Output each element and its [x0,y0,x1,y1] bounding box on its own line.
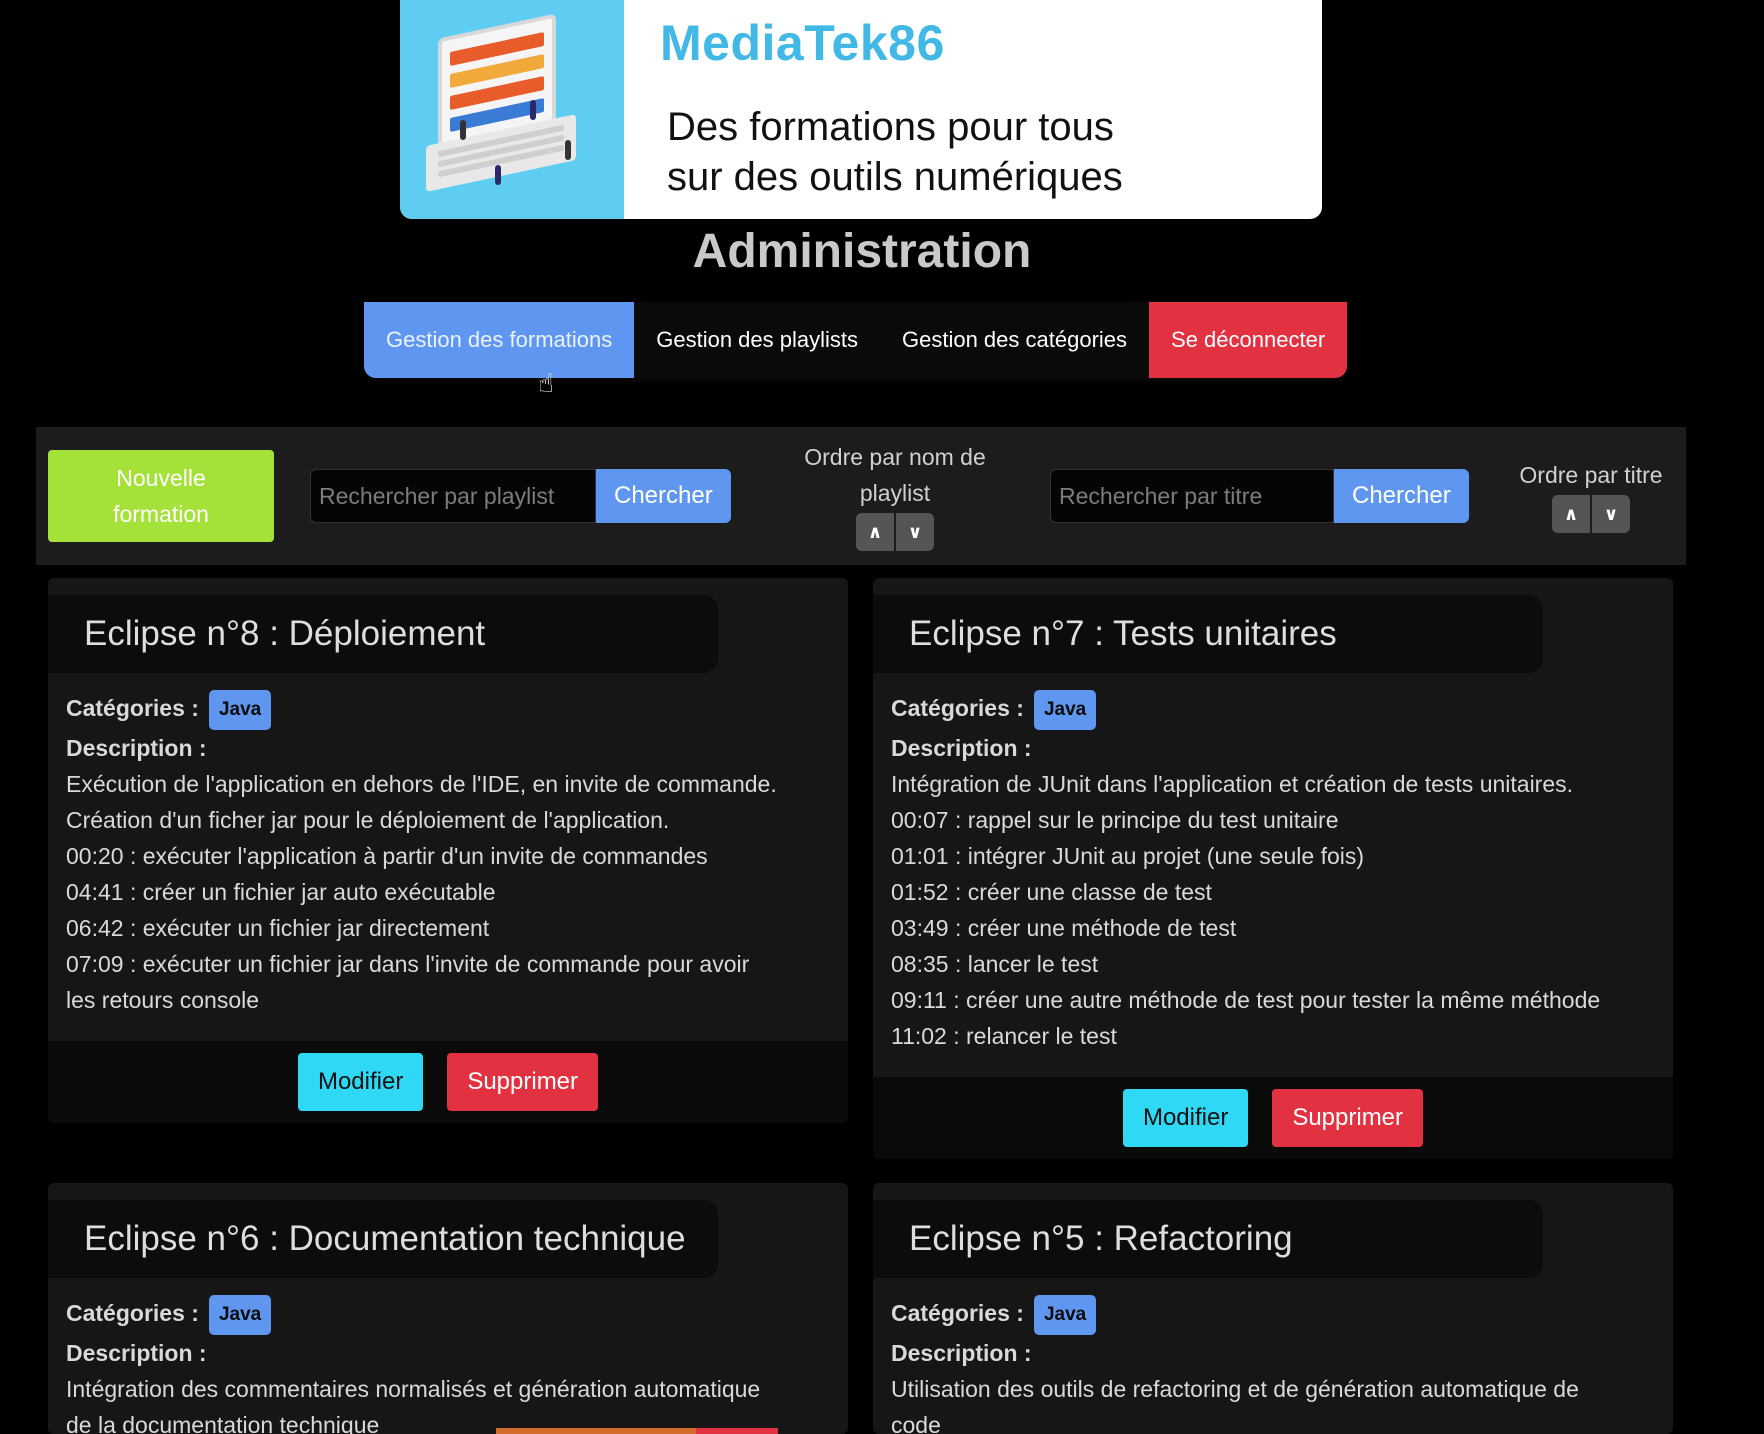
description-line: 09:11 : créer une autre méthode de test … [891,987,1601,1013]
tagline-line-1: Des formations pour tous [667,105,1114,149]
formation-title: Eclipse n°8 : Déploiement [48,595,718,673]
playlist-order-desc-button[interactable]: ∨ [896,513,934,551]
description-line: 07:09 : exécuter un fichier jar dans l'i… [66,951,750,977]
description-line: 11:02 : relancer le test [891,1023,1117,1049]
new-formation-label-1: Nouvelle [116,465,206,491]
title-search-input[interactable] [1050,469,1334,523]
description-label: Description : [891,1340,1032,1366]
pointer-cursor-icon: ☝ [538,368,554,398]
description-label: Description : [891,735,1032,761]
categories-label: Catégories : [891,1300,1024,1327]
formation-card: Eclipse n°7 : Tests unitaires Catégories… [873,578,1673,1159]
description-line: 00:07 : rappel sur le principe du test u… [891,807,1339,833]
description-line: 04:41 : créer un fichier jar auto exécut… [66,879,496,905]
description-line: 06:42 : exécuter un fichier jar directem… [66,915,490,941]
partial-button-edge [696,1428,778,1434]
title-order-asc-button[interactable]: ∧ [1552,495,1590,533]
formation-card: Eclipse n°5 : Refactoring Catégories : Ja… [873,1183,1673,1434]
description-line: Création d'un ficher jar pour le déploie… [66,807,670,833]
admin-nav: Gestion des formations Gestion des playl… [364,302,1348,378]
new-formation-button[interactable]: Nouvelle formation [48,450,274,542]
title-search-button[interactable]: Chercher [1334,469,1469,523]
playlist-order-asc-button[interactable]: ∧ [856,513,894,551]
formation-details: Catégories : Java Description : Intégrati… [66,1295,830,1434]
card-actions: Modifier Supprimer [873,1077,1673,1159]
category-badge: Java [208,1295,272,1335]
tab-gestion-categories[interactable]: Gestion des catégories [880,302,1149,378]
description-label: Description : [66,735,207,761]
playlist-order-buttons: ∧ ∨ [856,513,934,551]
title-order-control: Ordre par titre ∧ ∨ [1496,457,1686,533]
playlist-order-control: Ordre par nom de playlist ∧ ∨ [790,439,1000,551]
description-line: 01:52 : créer une classe de test [891,879,1212,905]
tab-gestion-playlists[interactable]: Gestion des playlists [634,302,880,378]
tab-gestion-formations[interactable]: Gestion des formations [364,302,635,378]
description-line: les retours console [66,987,260,1013]
formation-details: Catégories : Java Description : Exécution… [66,690,830,1018]
description-line: 01:01 : intégrer JUnit au projet (une se… [891,843,1365,869]
logout-button[interactable]: Se déconnecter [1149,302,1348,378]
title-order-desc-button[interactable]: ∨ [1592,495,1630,533]
formation-card: Eclipse n°6 : Documentation technique Ca… [48,1183,848,1434]
description-line: 08:35 : lancer le test [891,951,1099,977]
tagline-line-2: sur des outils numériques [667,155,1123,199]
playlist-search-group: Chercher [310,469,731,523]
page-title: Administration [692,225,1032,278]
delete-button[interactable]: Supprimer [1272,1089,1424,1147]
header-banner: MediaTek86 Des formations pour tous sur … [400,0,1322,219]
formation-card: Eclipse n°8 : Déploiement Catégories : Ja… [48,578,848,1123]
formation-title: Eclipse n°6 : Documentation technique [48,1200,718,1278]
playlist-order-label-2: playlist [859,480,931,506]
category-badge: Java [208,690,272,730]
formation-details: Catégories : Java Description : Intégrati… [891,690,1655,1054]
modify-button[interactable]: Modifier [1122,1089,1249,1147]
description-line: Utilisation des outils de refactoring et… [891,1376,1579,1402]
description-line: code [891,1412,941,1434]
category-badge: Java [1033,690,1097,730]
title-order-buttons: ∧ ∨ [1552,495,1630,533]
description-line: 00:20 : exécuter l'application à partir … [66,843,708,869]
playlist-order-label-1: Ordre par nom de [804,444,986,470]
brand-name: MediaTek86 [660,15,945,71]
formation-title: Eclipse n°5 : Refactoring [873,1200,1543,1278]
banner-illustration [400,0,624,219]
new-formation-label-2: formation [113,501,209,527]
formation-details: Catégories : Java Description : Utilisati… [891,1295,1655,1434]
description-label: Description : [66,1340,207,1366]
description-line: Intégration de JUnit dans l'application … [891,771,1574,797]
description-line: 03:49 : créer une méthode de test [891,915,1237,941]
categories-label: Catégories : [66,1300,199,1327]
formations-toolbar: Nouvelle formation Chercher Ordre par no… [36,427,1686,565]
playlist-search-input[interactable] [310,469,596,523]
tagline: Des formations pour tous sur des outils … [667,102,1287,202]
modify-button[interactable]: Modifier [297,1053,424,1111]
description-line: Exécution de l'application en dehors de … [66,771,777,797]
description-line: Intégration des commentaires normalisés … [66,1376,761,1402]
categories-label: Catégories : [66,695,199,722]
categories-label: Catégories : [891,695,1024,722]
playlist-search-button[interactable]: Chercher [596,469,731,523]
title-order-label: Ordre par titre [1519,462,1663,488]
title-search-group: Chercher [1050,469,1469,523]
category-badge: Java [1033,1295,1097,1335]
formation-title: Eclipse n°7 : Tests unitaires [873,595,1543,673]
delete-button[interactable]: Supprimer [447,1053,599,1111]
card-actions: Modifier Supprimer [48,1041,848,1123]
